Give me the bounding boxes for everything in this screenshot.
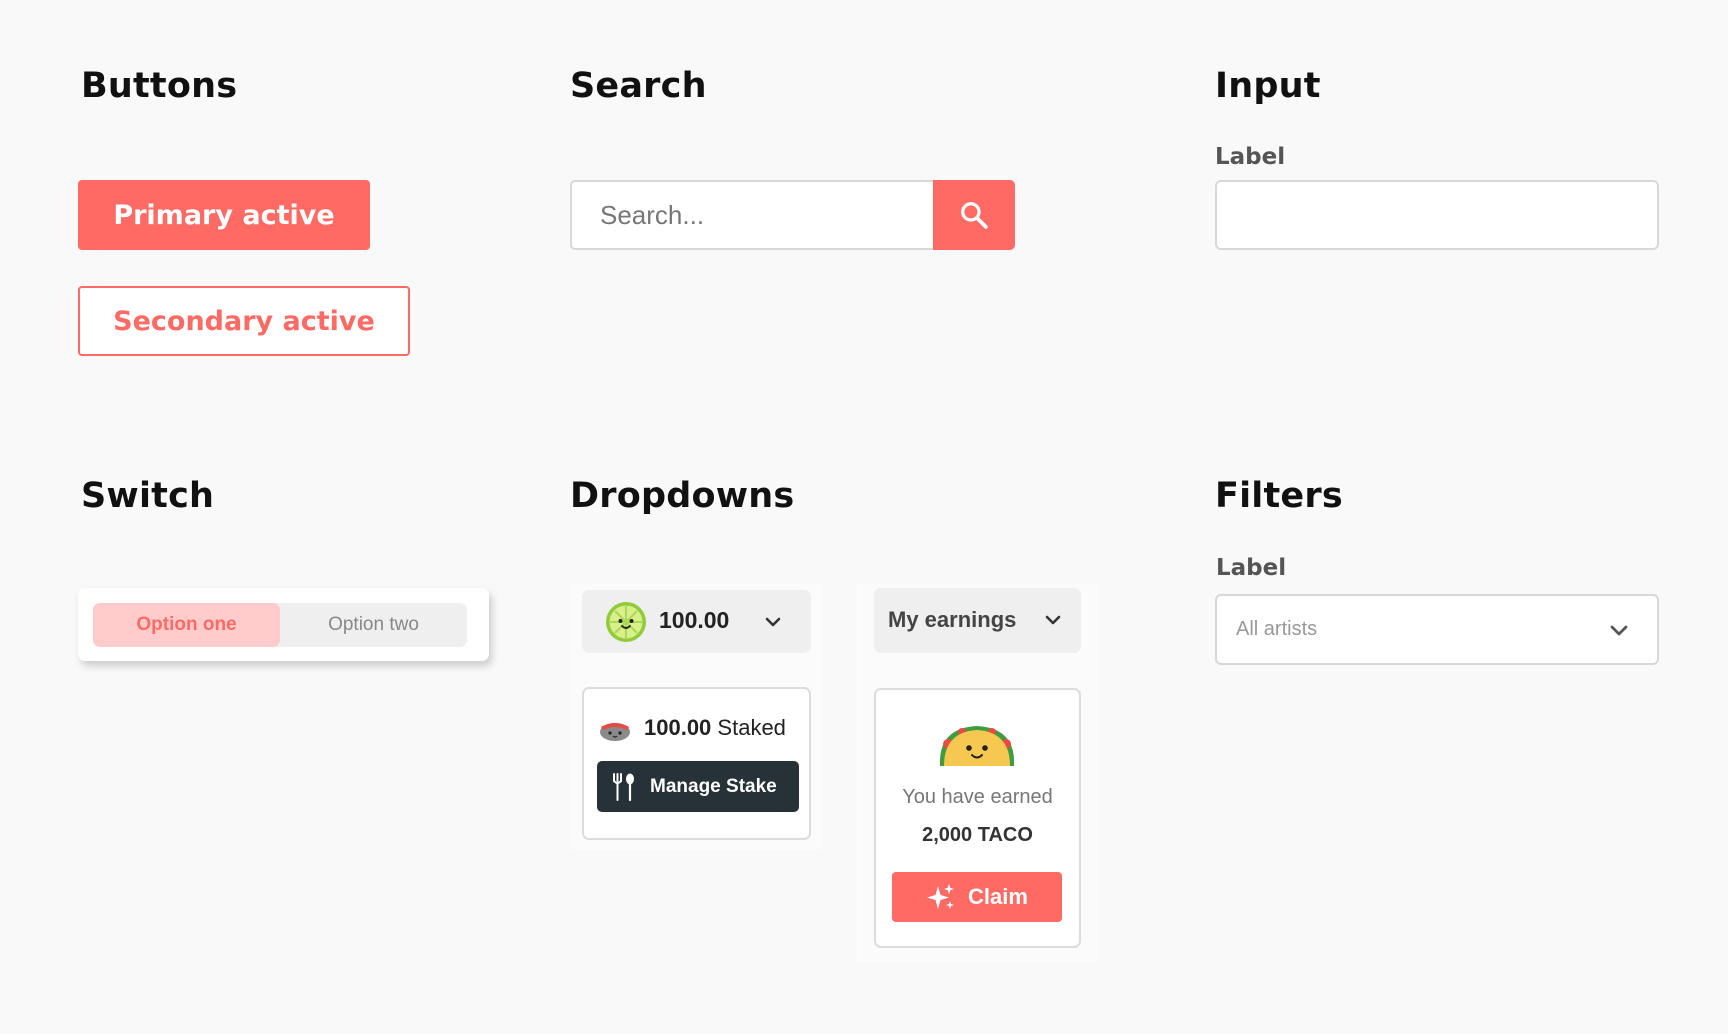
- manage-stake-button[interactable]: Manage Stake: [597, 761, 799, 812]
- manage-stake-label: Manage Stake: [650, 775, 777, 797]
- switch-card: Option one Option two: [78, 588, 489, 661]
- stake-amount: 100.00: [644, 715, 712, 740]
- switch-option-one[interactable]: Option one: [93, 603, 280, 647]
- section-title-switch: Switch: [81, 476, 215, 516]
- switch-toggle: Option one Option two: [93, 603, 467, 647]
- claim-label: Claim: [968, 884, 1028, 909]
- balance-dropdown[interactable]: 100.00: [582, 590, 811, 653]
- filter-selected-value: All artists: [1236, 618, 1318, 640]
- search-icon: [961, 202, 988, 229]
- stake-suffix: Staked: [717, 715, 786, 740]
- search-input[interactable]: Search...: [570, 180, 933, 250]
- earnings-label: My earnings: [888, 607, 1017, 632]
- input-label: Label: [1215, 144, 1286, 170]
- section-title-filters: Filters: [1215, 476, 1343, 516]
- chevron-down-icon: [1045, 615, 1061, 625]
- lime-coin-icon: [606, 602, 646, 642]
- earnings-dropdown[interactable]: My earnings: [874, 588, 1081, 653]
- section-title-input: Input: [1215, 66, 1321, 106]
- stake-text: 100.00 Staked: [644, 715, 786, 741]
- chevron-down-icon: [1610, 625, 1628, 636]
- earnings-dropdown-group: My earnings You have earned 2,000 TACO C…: [857, 584, 1098, 964]
- fork-spoon-icon: [613, 772, 634, 801]
- stake-card: 100.00 Staked Manage Stake: [582, 687, 811, 840]
- primary-button[interactable]: Primary active: [78, 180, 370, 250]
- earnings-card: You have earned 2,000 TACO Claim: [874, 688, 1081, 948]
- earned-text: You have earned: [902, 786, 1053, 808]
- text-input[interactable]: [1215, 180, 1659, 250]
- claim-button[interactable]: Claim: [892, 872, 1062, 922]
- taco-icon: [939, 726, 1015, 766]
- earned-amount: 2,000 TACO: [922, 824, 1033, 846]
- search-bar: Search...: [570, 180, 1015, 250]
- switch-option-two[interactable]: Option two: [280, 603, 467, 647]
- chevron-down-icon: [765, 617, 781, 627]
- section-title-buttons: Buttons: [81, 66, 238, 106]
- sparkle-icon: [927, 884, 955, 909]
- sushi-icon: [600, 723, 630, 741]
- secondary-button[interactable]: Secondary active: [78, 286, 410, 356]
- search-button[interactable]: [933, 180, 1015, 250]
- filter-label: Label: [1216, 555, 1287, 581]
- section-title-search: Search: [570, 66, 707, 106]
- balance-value: 100.00: [659, 607, 730, 633]
- artist-filter-select[interactable]: All artists: [1215, 594, 1659, 665]
- section-title-dropdowns: Dropdowns: [570, 476, 795, 516]
- balance-dropdown-group: 100.00 100.00 Staked Manage Stake: [571, 584, 822, 850]
